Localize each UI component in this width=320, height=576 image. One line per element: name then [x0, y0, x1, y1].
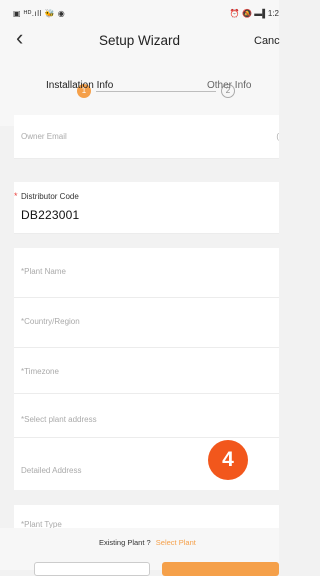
country-region-label: *Country/Region [21, 317, 80, 326]
timezone-field[interactable]: *Timezone [14, 348, 279, 394]
select-plant-link[interactable]: Select Plant [156, 538, 196, 547]
detailed-address-label: Detailed Address [21, 466, 82, 475]
plant-address-field[interactable]: *Select plant address [14, 394, 279, 438]
secondary-button[interactable] [34, 562, 150, 576]
step-connector-line [96, 91, 216, 92]
step-2-label: Other Info [207, 80, 252, 91]
owner-email-right-mark: ( [276, 132, 279, 141]
owner-email-label: Owner Email [21, 132, 67, 141]
primary-button[interactable] [162, 562, 279, 576]
status-icons-left: ▣ ᴴᴰ.ıll 🐝 ◉ [13, 9, 66, 18]
country-region-field[interactable]: *Country/Region [14, 298, 279, 348]
existing-plant-text: Existing Plant ? [99, 538, 151, 547]
status-bar: ▣ ᴴᴰ.ıll 🐝 ◉ ⏰ 🔕 ▬▌1:2 [0, 0, 279, 24]
page-title: Setup Wizard [98, 33, 181, 48]
distributor-code-label: Distributor Code [21, 192, 79, 201]
timezone-label: *Timezone [21, 367, 59, 376]
existing-plant-prompt: Existing Plant ? Select Plant [99, 538, 196, 547]
plant-name-label: *Plant Name [21, 267, 66, 276]
plant-address-label: *Select plant address [21, 415, 97, 424]
owner-email-field[interactable]: Owner Email ( [14, 115, 279, 159]
step-number-badge: 4 [208, 440, 248, 480]
nav-bar: ‹ Setup Wizard Canc [0, 24, 280, 56]
distributor-code-value[interactable]: DB223001 [21, 208, 79, 222]
plant-name-field[interactable]: *Plant Name [14, 248, 279, 298]
cancel-button[interactable]: Canc [254, 35, 280, 47]
distributor-code-field[interactable]: * Distributor Code DB223001 [14, 182, 279, 234]
step-1-label: Installation Info [46, 80, 114, 91]
required-asterisk: * [14, 191, 18, 201]
bottom-bar: Existing Plant ? Select Plant [0, 528, 279, 576]
status-icons-right: ⏰ 🔕 ▬▌1:2 [229, 9, 279, 18]
